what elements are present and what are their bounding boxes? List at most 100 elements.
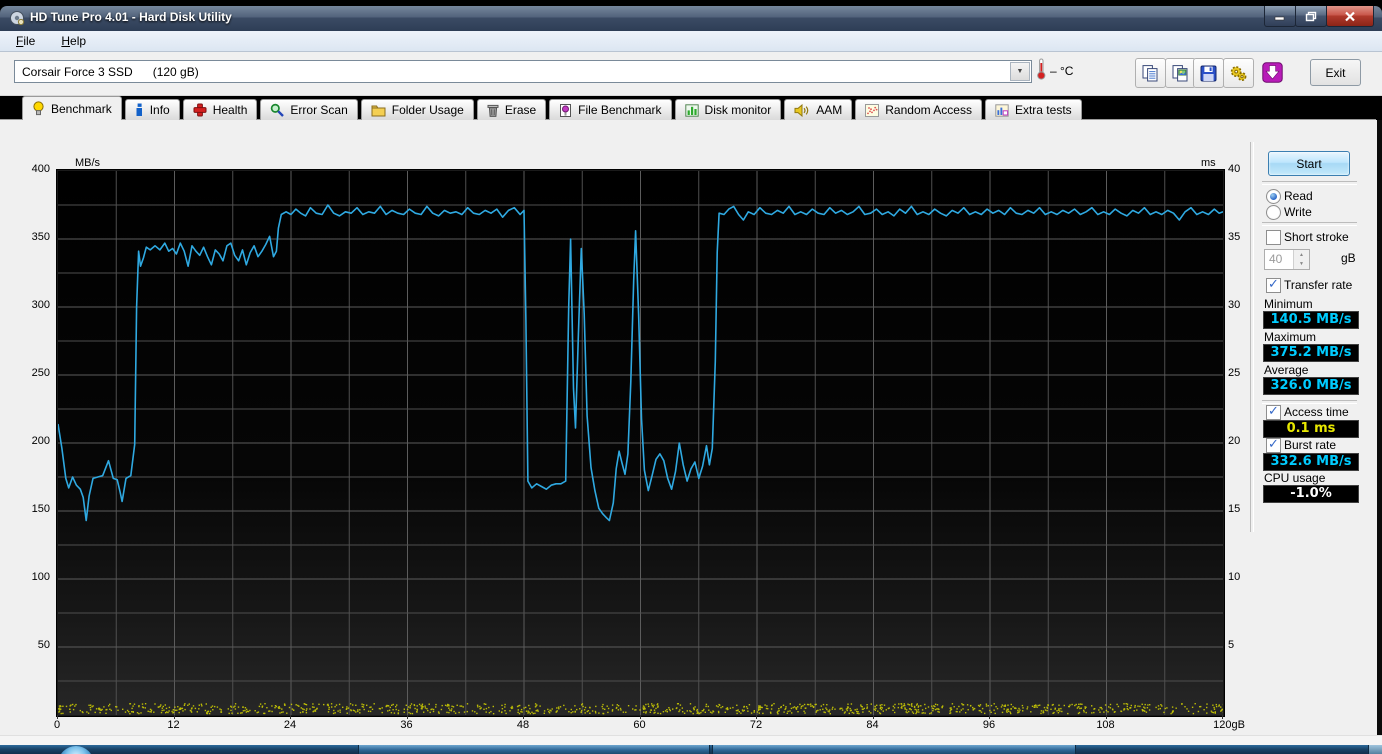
scatter-icon — [865, 103, 880, 117]
transfer-rate-plot — [57, 171, 1225, 715]
access-time-checkbox[interactable] — [1266, 403, 1281, 420]
tab-label: Erase — [504, 103, 537, 117]
update-button[interactable] — [1257, 57, 1288, 87]
exit-button[interactable]: Exit — [1310, 59, 1361, 86]
menu-help[interactable]: Help — [51, 32, 96, 50]
burst-rate-checkbox[interactable] — [1266, 436, 1281, 453]
thermometer-icon — [1036, 57, 1047, 86]
monitor-icon — [684, 103, 699, 117]
menu-bar: File Help — [0, 31, 1382, 52]
copy-image-icon — [1171, 64, 1190, 83]
show-desktop-button[interactable] — [1368, 745, 1382, 754]
short-stroke-unit: gB — [1341, 251, 1356, 265]
gears-icon — [1229, 64, 1248, 83]
stepper-arrows-icon[interactable]: ▲ ▼ — [1293, 250, 1309, 269]
tab-random-access[interactable]: Random Access — [855, 99, 982, 120]
short-stroke-checkbox[interactable] — [1266, 230, 1281, 245]
panel-divider — [1250, 142, 1254, 532]
benchmark-content: MB/s ms 400 350 300 250 200 150 100 50 40 35 30 25 2… — [0, 120, 1382, 745]
x-axis-tick — [173, 715, 175, 719]
y-axis-tick-label: 300 — [31, 299, 50, 311]
taskbar-app-button[interactable] — [712, 745, 1076, 754]
x-axis-tick-label: 120gB — [1213, 719, 1245, 731]
tab-file-benchmark[interactable]: File Benchmark — [549, 99, 672, 120]
tab-label: File Benchmark — [578, 103, 662, 117]
tab-label: Info — [149, 103, 170, 117]
x-axis-tick-label: 12 — [167, 719, 180, 731]
y-left-axis-unit: MB/s — [75, 157, 101, 169]
x-axis-tick-label: 48 — [516, 719, 530, 731]
start-orb[interactable] — [58, 746, 94, 754]
y-right-tick-label: 5 — [1228, 639, 1235, 651]
tab-label: Disk monitor — [704, 103, 772, 117]
transfer-rate-label: Transfer rate — [1284, 278, 1353, 292]
y-axis-tick-label: 100 — [31, 571, 50, 583]
y-axis-tick-label: 250 — [31, 367, 50, 379]
tab-label: AAM — [816, 103, 843, 117]
write-radio[interactable] — [1266, 205, 1281, 220]
short-stroke-stepper[interactable]: 40 ▲ ▼ — [1264, 249, 1310, 270]
x-axis-tick-label: 108 — [1096, 719, 1115, 731]
copy-text-button[interactable] — [1135, 58, 1166, 88]
tab-aam[interactable]: AAM — [784, 99, 853, 120]
drive-selector[interactable]: Corsair Force 3 SSD (120 gB) ▼ — [14, 60, 1032, 83]
write-label: Write — [1284, 205, 1312, 219]
taskbar-app-button[interactable] — [358, 745, 710, 754]
burst-rate-value: 332.6 MB/s — [1263, 453, 1359, 471]
toolbar: Corsair Force 3 SSD (120 gB) ▼ – °C Exit — [0, 52, 1382, 96]
trash-icon — [487, 103, 499, 117]
y-right-axis-unit: ms — [1201, 157, 1216, 169]
tab-health[interactable]: Health — [182, 99, 258, 120]
y-right-tick-label: 35 — [1228, 231, 1241, 243]
read-radio[interactable] — [1266, 189, 1281, 204]
y-axis-tick-label: 350 — [31, 231, 50, 243]
transfer-rate-checkbox[interactable] — [1266, 276, 1281, 293]
tab-benchmark[interactable]: Benchmark — [22, 96, 122, 120]
filebench-icon — [559, 103, 572, 118]
cpu-usage-label: CPU usage — [1264, 471, 1326, 485]
y-right-tick-label: 40 — [1228, 163, 1241, 175]
tab-info[interactable]: Info — [124, 99, 180, 120]
speaker-icon — [794, 103, 810, 117]
cpu-usage-value: -1.0% — [1263, 485, 1359, 503]
maximum-label: Maximum — [1264, 330, 1317, 344]
save-icon — [1199, 64, 1218, 83]
scan-icon — [270, 103, 285, 117]
tab-extra-tests[interactable]: Extra tests — [984, 99, 1082, 120]
y-right-tick-label: 10 — [1228, 571, 1241, 583]
app-icon — [9, 10, 25, 31]
x-axis-tick — [1222, 715, 1223, 719]
maximize-button[interactable] — [1295, 6, 1327, 27]
chevron-down-icon[interactable]: ▼ — [1010, 62, 1030, 81]
tab-label: Health — [212, 103, 248, 117]
tab-bar: Benchmark Info Health Error Scan Folder Usag… — [22, 96, 1085, 120]
y-right-tick-label: 20 — [1228, 435, 1241, 447]
tab-label: Error Scan — [290, 103, 348, 117]
x-axis-tick — [57, 715, 58, 719]
x-axis-tick — [872, 715, 874, 719]
taskbar — [0, 745, 1382, 754]
x-axis-tick-label: 72 — [749, 719, 763, 731]
title-bar: HD Tune Pro 4.01 - Hard Disk Utility — [0, 6, 1382, 31]
start-button[interactable]: Start — [1268, 151, 1350, 176]
copy-image-button[interactable] — [1165, 58, 1196, 88]
caption-buttons — [1264, 6, 1374, 27]
close-button[interactable] — [1326, 6, 1374, 27]
x-axis-tick-label: 84 — [866, 719, 879, 731]
benchmark-side-panel: Start Read Write Short stroke 40 ▲▼ gB T… — [1250, 120, 1376, 735]
tab-folder-usage[interactable]: Folder Usage — [360, 99, 474, 120]
minimize-button[interactable] — [1264, 6, 1296, 27]
burst-rate-label: Burst rate — [1284, 438, 1337, 452]
tab-erase[interactable]: Erase — [476, 99, 547, 120]
short-stroke-value: 40 — [1269, 252, 1283, 266]
x-axis-tick — [1105, 715, 1107, 719]
tab-label: Folder Usage — [391, 103, 464, 117]
divider — [1262, 181, 1357, 185]
menu-file[interactable]: File — [6, 32, 45, 50]
options-button[interactable] — [1223, 58, 1254, 88]
save-button[interactable] — [1193, 58, 1224, 88]
x-axis-tick — [756, 715, 757, 719]
y-axis-tick-label: 400 — [31, 163, 50, 175]
tab-error-scan[interactable]: Error Scan — [260, 99, 358, 120]
tab-disk-monitor[interactable]: Disk monitor — [674, 99, 782, 120]
